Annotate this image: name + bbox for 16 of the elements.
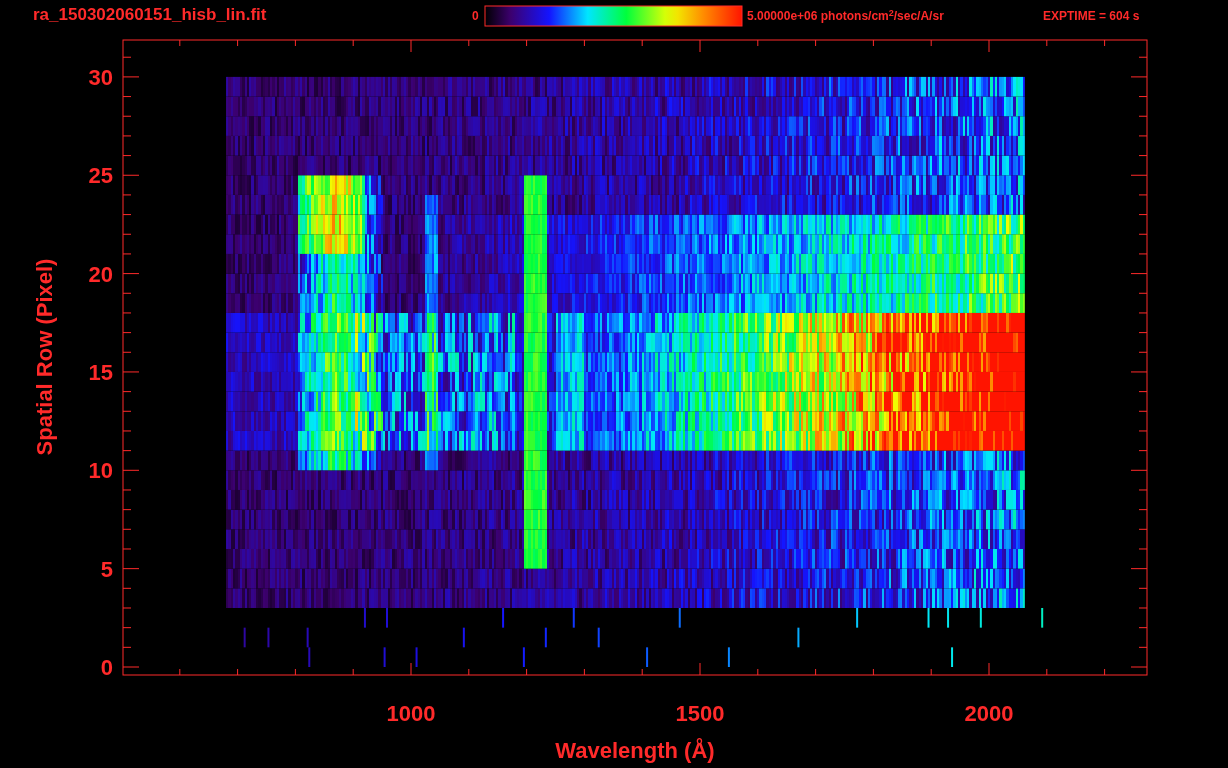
x-tick-label: 1000 <box>386 701 436 726</box>
x-tick-label: 1500 <box>675 701 725 726</box>
x-tick-label: 2000 <box>964 701 1014 726</box>
file-title: ra_150302060151_hisb_lin.fit <box>33 6 267 23</box>
y-tick-label: 20 <box>88 261 113 287</box>
colorbar-max-label: 5.00000e+06 photons/cm$^{2}$/sec/A/sr <box>747 10 944 22</box>
exposure-time: EXPTIME = 604 s <box>1043 10 1140 22</box>
y-axis-label: Spatial Row (Pixel) <box>32 258 57 456</box>
y-tick-label: 25 <box>88 163 113 189</box>
colorbar-min-label: 0 <box>472 10 479 22</box>
y-tick-label: 30 <box>88 64 113 90</box>
y-tick-label: 10 <box>88 458 113 484</box>
y-tick-label: 5 <box>100 556 113 582</box>
y-tick-label: 0 <box>100 655 113 680</box>
y-tick-label: 15 <box>88 359 113 385</box>
x-axis-label: Wavelength (Å) <box>555 738 715 763</box>
